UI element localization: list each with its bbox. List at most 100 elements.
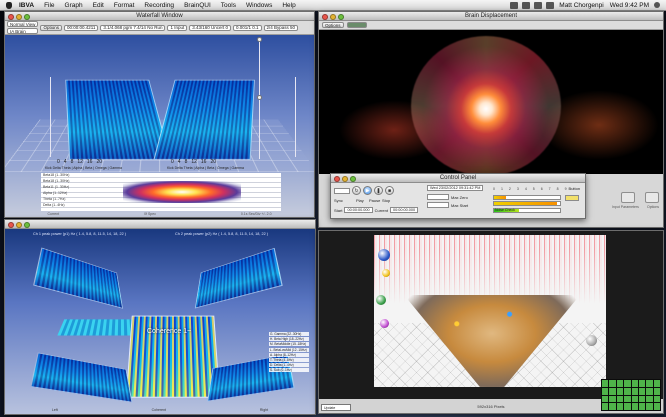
minimize-button[interactable]	[16, 221, 22, 228]
start-time-field[interactable]: 00:00:00.000	[344, 207, 373, 213]
coherence-title: Coherence 1~	[147, 328, 192, 335]
button-labels-row: Sync Play Pause Stop	[334, 198, 393, 203]
close-button[interactable]	[322, 13, 328, 20]
meter-tick: 8	[556, 186, 559, 191]
menu-ibva[interactable]: IBVA	[14, 2, 39, 9]
pause-button[interactable]: ❚	[374, 186, 383, 195]
coherence-3d-view[interactable]: Ch 1 peak power (p1) Hz ( 1.4, 5.8, 8, 1…	[5, 229, 315, 414]
legend-item: A. Alpha (8..12Hz)	[269, 352, 309, 357]
scatter-window: 592x316 Pixels Update	[318, 230, 664, 414]
green-sphere	[376, 295, 386, 305]
date-row: Wed 23/02/2012 09:31:42 PM	[427, 185, 484, 191]
left-scale-ticks: 0 4 8 12 16 20	[57, 159, 102, 165]
options-icon[interactable]	[645, 192, 659, 203]
right-channel-heatmap	[153, 79, 255, 160]
meter-tick: 6	[540, 186, 543, 191]
menu-file[interactable]: File	[39, 2, 59, 9]
brain-3d-view[interactable]	[319, 30, 663, 176]
right-band-axis-label: Kick Delta Theta | Alpha | Beta | Omega …	[167, 166, 244, 170]
menu-bar: IBVA File Graph Edit Format Recording Br…	[0, 0, 666, 11]
stop-button[interactable]: ■	[385, 186, 394, 195]
legend-item: S. Sub (0..1Hz)	[269, 368, 309, 373]
scale-tick: 8	[70, 159, 74, 165]
bypass-field[interactable]: 2/4 Bypass 50	[263, 24, 299, 31]
input-parameters-icon[interactable]	[621, 192, 635, 203]
left-floor-heatmap	[30, 352, 133, 403]
max-zero-label: Max Zero	[451, 194, 468, 200]
waterfall-3d-view[interactable]: 0 4 8 12 16 20 0 4 8 12 16 20 Kick Delta…	[5, 35, 314, 217]
control-titlebar[interactable]: Control Panel	[331, 174, 585, 183]
scale-tick: 16	[86, 159, 93, 165]
sync-label: Sync	[334, 198, 343, 203]
close-button[interactable]	[8, 13, 14, 20]
bluetooth-icon[interactable]	[510, 1, 519, 9]
sync-button[interactable]: ↻	[352, 186, 361, 195]
coherence-window: Ch 1 peak power (p1) Hz ( 1.4, 5.8, 8, 1…	[4, 219, 316, 415]
time-field[interactable]: 00:00:00.4211	[63, 24, 99, 31]
max-start-field[interactable]	[427, 202, 449, 208]
output-field[interactable]: 3.43/160 Uncert 0	[189, 24, 231, 31]
right-scale-ticks: 0 4 8 12 16 20	[171, 159, 216, 165]
left-channel-heatmap	[65, 79, 171, 160]
input-field[interactable]: 1 Input	[167, 24, 188, 31]
close-button[interactable]	[8, 221, 14, 228]
count-field[interactable]: 0.001/1 0.1	[233, 24, 262, 31]
scale-tick: 12	[77, 159, 83, 165]
wifi-icon[interactable]	[522, 1, 531, 9]
date-field[interactable]: Wed 23/02/2012 09:31:42 PM	[427, 185, 484, 191]
brain-titlebar[interactable]: Brain Displacement	[319, 12, 663, 21]
coherence-titlebar[interactable]	[5, 220, 315, 229]
speed-field[interactable]	[334, 187, 350, 194]
zoom-button[interactable]	[24, 221, 30, 228]
channel-2-header: Ch 2 peak power (p2) Hz ( 1.4, 5.8, 8, 1…	[175, 232, 269, 236]
minimize-button[interactable]	[342, 175, 348, 182]
time-row: Start 00:00:00.000 Current 00:00:00.000	[334, 207, 419, 213]
max-zero-field[interactable]	[427, 194, 449, 200]
user-name[interactable]: Matt Chorgenpi	[556, 2, 606, 9]
menu-edit[interactable]: Edit	[88, 2, 109, 9]
scale-tick: 12	[191, 159, 197, 165]
menu-graph[interactable]: Graph	[60, 2, 88, 9]
minimize-button[interactable]	[330, 13, 336, 20]
close-button[interactable]	[334, 175, 340, 182]
apple-menu-icon[interactable]	[4, 0, 14, 11]
band-legend: G. Gamma (22..30Hz) H. Beta High (18..22…	[269, 332, 309, 373]
play-button[interactable]: ▶	[363, 186, 372, 195]
scatter-3d-view[interactable]	[374, 235, 606, 387]
menu-help[interactable]: Help	[277, 2, 300, 9]
options-button[interactable]: Options	[40, 24, 62, 31]
menu-brainqui[interactable]: BrainQUI	[179, 2, 216, 9]
current-time-field[interactable]: 00:00:00.000	[389, 207, 419, 213]
menu-windows[interactable]: Windows	[241, 2, 277, 9]
zoom-button[interactable]	[350, 175, 356, 182]
meter-tick: 4	[524, 186, 527, 191]
band-spectrum	[123, 181, 241, 203]
blue-sphere	[378, 249, 390, 261]
legend-item: T. Theta (4..8Hz)	[269, 357, 309, 362]
minimize-button[interactable]	[16, 13, 22, 20]
z-axis-mid-knob[interactable]	[257, 95, 262, 100]
zoom-button[interactable]	[24, 13, 30, 20]
channel-2-panel	[194, 247, 283, 309]
button-label: Button	[568, 186, 581, 191]
file-select[interactable]: IA Brain	[7, 28, 39, 34]
peak-field[interactable]: 3.1/4.068 pgm 7.4/14 No Run	[100, 24, 166, 31]
battery-icon[interactable]	[546, 1, 555, 9]
band-label: Delta (1..4Hz)	[43, 203, 65, 207]
button-value-field[interactable]	[565, 195, 579, 201]
volume-icon[interactable]	[534, 1, 543, 9]
menu-recording[interactable]: Recording	[139, 2, 179, 9]
scatter-update-button[interactable]: Update	[321, 404, 351, 411]
z-axis-knob[interactable]	[257, 37, 262, 42]
left-axis-rod	[50, 77, 51, 157]
waterfall-titlebar[interactable]: Waterfall Window	[5, 12, 314, 21]
brain-color-well[interactable]	[346, 22, 367, 28]
menu-format[interactable]: Format	[109, 2, 140, 9]
menu-tools[interactable]: Tools	[216, 2, 241, 9]
spotlight-icon[interactable]	[654, 2, 660, 8]
view-mode-select[interactable]: Normal View	[7, 21, 39, 27]
zoom-button[interactable]	[338, 13, 344, 20]
channel-activity-grid	[601, 379, 661, 411]
brain-options-button[interactable]: Options	[322, 22, 344, 28]
menu-clock[interactable]: Wed 9:42 PM	[607, 2, 652, 9]
